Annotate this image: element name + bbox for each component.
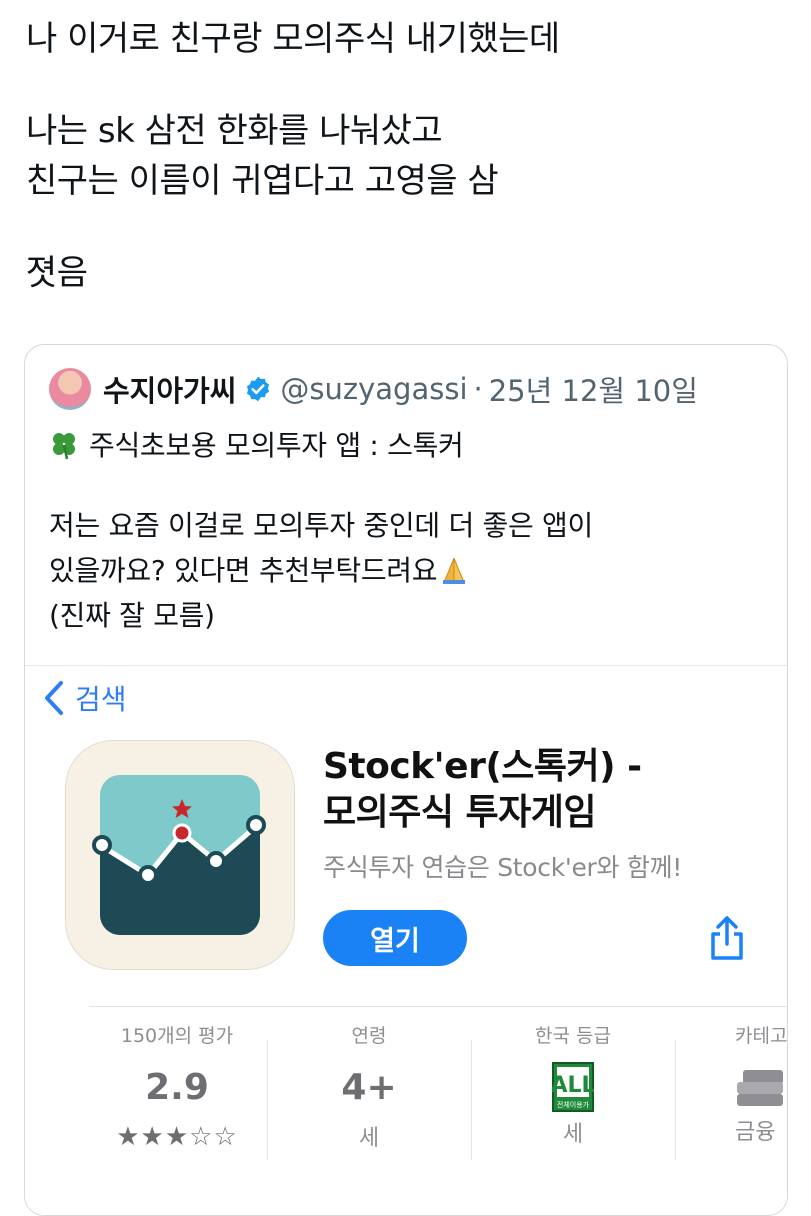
tweet-line: 나 이거로 친구랑 모의주식 내기했는데 xyxy=(26,19,560,59)
quoted-body-line: (진짜 잘 모름) xyxy=(49,599,215,632)
age-value: 4+ xyxy=(341,1067,397,1108)
korea-rating-label: 한국 등급 xyxy=(535,1025,611,1047)
badge-caption: 전체이용가 xyxy=(557,1100,590,1109)
quoted-title-line: 주식초보용 모의투자 앱 : 스톡커 xyxy=(89,429,464,462)
star-rating: ★★★☆☆ xyxy=(116,1122,238,1152)
category-value: 금융 xyxy=(735,1120,776,1145)
tweet-date[interactable]: 25년 12월 10일 xyxy=(489,368,698,410)
tweet-text: 나 이거로 친구랑 모의주식 내기했는데 나는 sk 삼전 한화를 나눠샀고 친… xyxy=(26,14,560,298)
ratings-count-label: 150개의 평가 xyxy=(120,1025,234,1047)
four-leaf-clover-icon xyxy=(53,433,75,460)
quoted-body-line: 저는 요즘 이걸로 모의투자 중인데 더 좋은 앱이 xyxy=(49,509,593,542)
category-label: 카테고 xyxy=(735,1025,788,1047)
app-title: Stock'er(스톡커) - 모의주식 투자게임 xyxy=(323,744,642,836)
divider xyxy=(267,1040,268,1160)
tweet-line: 친구는 이름이 귀엽다고 고영을 삼 xyxy=(26,161,499,201)
stat-ratings[interactable]: 150개의 평가 2.9 ★★★☆☆ xyxy=(87,1022,267,1202)
app-icon[interactable] xyxy=(65,740,295,970)
app-subtitle: 주식투자 연습은 Stock'er와 함께! xyxy=(323,853,682,882)
divider xyxy=(471,1040,472,1160)
open-button[interactable]: 열기 xyxy=(323,910,467,966)
divider xyxy=(675,1040,676,1160)
separator-dot: · xyxy=(473,372,483,406)
back-button[interactable]: 검색 xyxy=(43,680,127,716)
stat-korea-rating[interactable]: 한국 등급 ALL 전체이용가 세 xyxy=(473,1022,673,1202)
tweet-line: 졋음 xyxy=(26,253,88,293)
app-title-line: Stock'er(스톡커) - xyxy=(323,746,642,787)
app-title-line: 모의주식 투자게임 xyxy=(323,792,596,833)
avatar[interactable] xyxy=(49,368,91,410)
back-label: 검색 xyxy=(75,683,127,716)
divider xyxy=(89,1006,787,1007)
display-name[interactable]: 수지아가씨 xyxy=(103,368,236,410)
stat-category[interactable]: 카테고 금융 xyxy=(677,1022,788,1202)
stock-chart-logo-icon xyxy=(92,775,266,935)
banknotes-icon xyxy=(737,1070,783,1106)
badge-letter: ALL xyxy=(552,1073,594,1098)
quoted-tweet-body: 주식초보용 모의투자 앱 : 스톡커 저는 요즘 이걸로 모의투자 중인데 더 … xyxy=(49,423,593,638)
quoted-tweet-header: 수지아가씨 @suzyagassi · 25년 12월 10일 xyxy=(49,367,698,411)
share-icon[interactable] xyxy=(707,914,747,962)
tweet-line: 나는 sk 삼전 한화를 나눠샀고 xyxy=(26,111,443,151)
age-unit: 세 xyxy=(358,1126,380,1151)
app-store-screenshot: 검색 Stock'er(스톡커) - 모의주식 투자게임 주식투자 연습은 St… xyxy=(25,665,787,1215)
folded-hands-icon xyxy=(443,557,466,584)
handle[interactable]: @suzyagassi xyxy=(280,372,467,406)
rating-value: 2.9 xyxy=(145,1067,209,1108)
stat-age[interactable]: 연령 4+ 세 xyxy=(269,1022,469,1202)
quoted-body-line: 있을까요? 있다면 추천부탁드려요 xyxy=(49,554,438,587)
all-ages-rating-badge-icon: ALL 전체이용가 xyxy=(552,1062,594,1112)
quoted-tweet-card[interactable]: 수지아가씨 @suzyagassi · 25년 12월 10일 주식초보용 모의… xyxy=(24,344,788,1216)
verified-badge-icon xyxy=(247,376,270,402)
korea-rating-unit: 세 xyxy=(562,1122,584,1147)
chevron-left-icon xyxy=(45,681,63,715)
age-label: 연령 xyxy=(351,1025,387,1047)
app-info-stats: 150개의 평가 2.9 ★★★☆☆ 연령 4+ 세 한국 등급 ALL 전체이… xyxy=(25,1022,787,1202)
